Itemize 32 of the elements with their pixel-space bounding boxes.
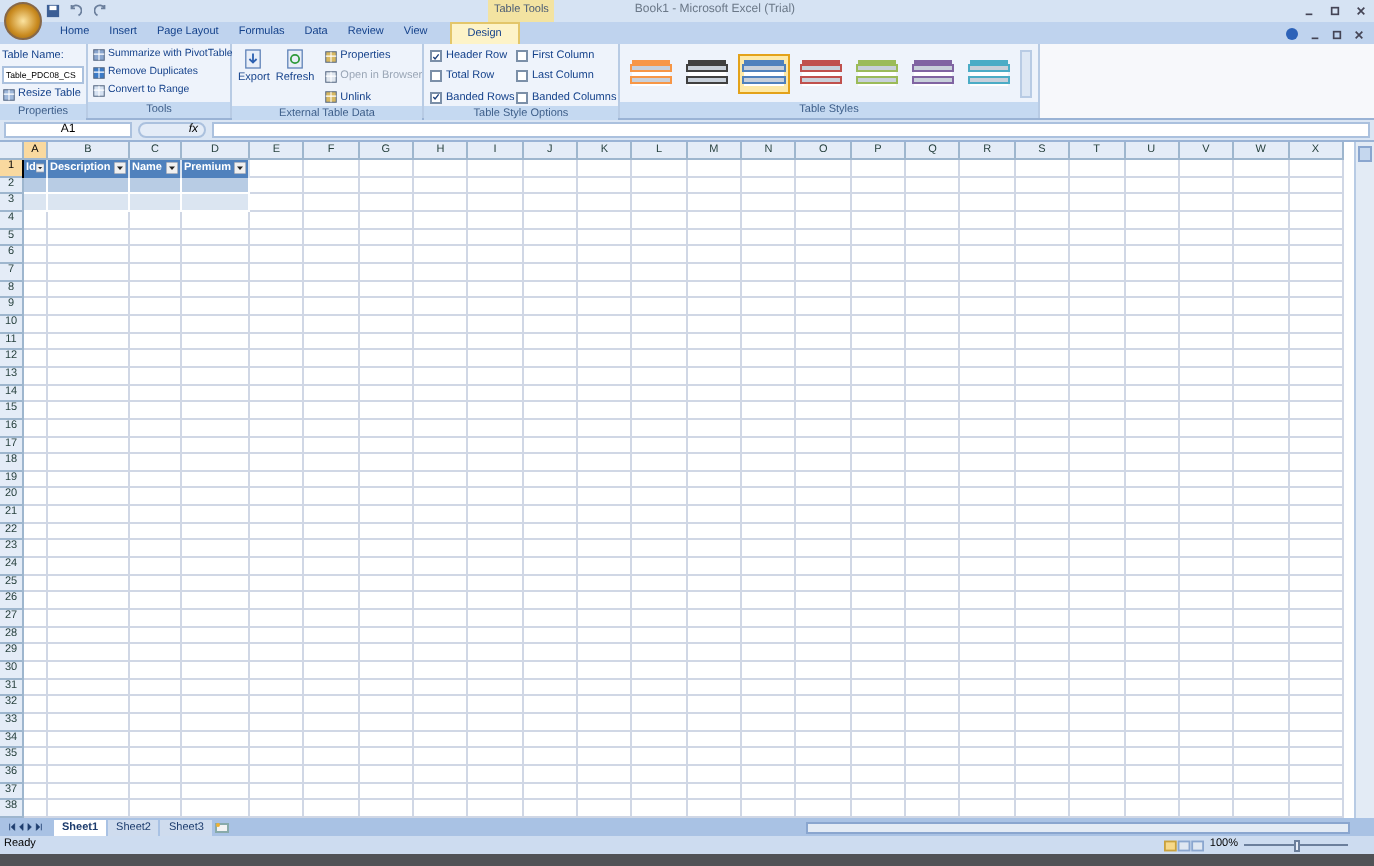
restore-icon[interactable]: [1330, 6, 1340, 16]
filter-dropdown-icon[interactable]: [35, 162, 44, 175]
filter-dropdown-icon[interactable]: [166, 162, 178, 175]
zoom-slider-thumb[interactable]: [1293, 839, 1299, 851]
checkbox[interactable]: [516, 70, 528, 83]
close-icon[interactable]: [1356, 6, 1366, 16]
table-style-swatch[interactable]: [738, 53, 790, 93]
checkbox[interactable]: [430, 91, 442, 104]
filter-dropdown-icon[interactable]: [114, 162, 126, 175]
zoom-slider[interactable]: [1244, 839, 1348, 851]
help-icon[interactable]: [1286, 28, 1298, 40]
checkbox[interactable]: [516, 50, 528, 63]
vertical-scrollbar[interactable]: [1354, 142, 1374, 818]
select-all-corner[interactable]: [0, 142, 24, 160]
checkbox[interactable]: [430, 50, 442, 63]
checkbox[interactable]: [516, 91, 528, 104]
filter-dropdown-icon[interactable]: [234, 162, 246, 175]
insert-sheet-icon[interactable]: [213, 821, 230, 833]
save-icon[interactable]: [46, 4, 60, 18]
restore-icon[interactable]: [1332, 30, 1342, 40]
table-icon: [92, 84, 106, 98]
gallery-scroll[interactable]: [1020, 49, 1032, 97]
office-button[interactable]: [4, 2, 42, 40]
horizontal-scrollbar[interactable]: [805, 821, 1350, 833]
checkbox[interactable]: [430, 70, 442, 83]
page-view-icons[interactable]: [1163, 839, 1204, 851]
undo-icon[interactable]: [68, 4, 82, 18]
table-icon: [92, 48, 106, 62]
formula-field[interactable]: [212, 122, 1370, 138]
close-icon[interactable]: [1354, 30, 1364, 40]
table-icon: [92, 66, 106, 80]
redo-icon[interactable]: [94, 4, 108, 18]
